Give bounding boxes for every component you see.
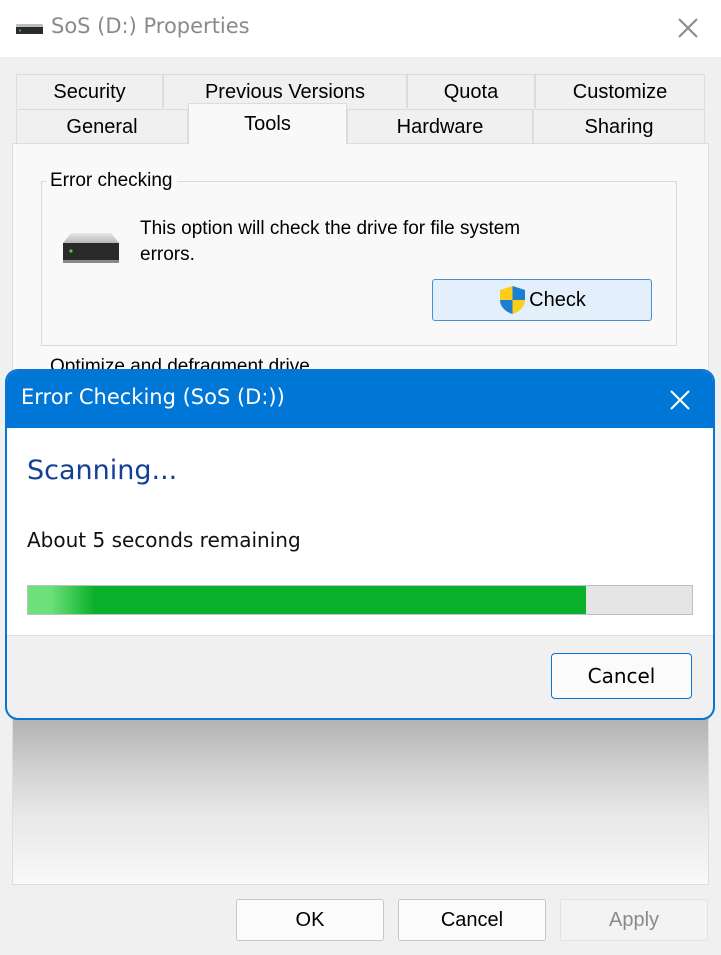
error-checking-dialog: Error Checking (SoS (D:)) Scanning... Ab… — [5, 369, 715, 720]
apply-button: Apply — [560, 899, 708, 941]
scanning-heading: Scanning... — [27, 455, 178, 486]
window-titlebar: SoS (D:) Properties — [0, 0, 721, 57]
dialog-cancel-button[interactable]: Cancel — [551, 653, 692, 699]
check-button-label: Check — [529, 288, 586, 311]
tab-general[interactable]: General — [16, 109, 188, 143]
progress-fill — [28, 586, 586, 614]
tab-quota[interactable]: Quota — [407, 74, 535, 108]
drive-icon — [16, 24, 43, 34]
error-checking-legend: Error checking — [46, 170, 177, 192]
dialog-shadow — [13, 718, 708, 878]
tab-tools[interactable]: Tools — [188, 103, 347, 144]
window-title: SoS (D:) Properties — [51, 14, 250, 38]
dialog-titlebar: Error Checking (SoS (D:)) — [7, 371, 713, 428]
drive-icon — [63, 233, 119, 263]
error-checking-description: This option will check the drive for fil… — [140, 218, 521, 265]
progress-bar — [27, 585, 693, 615]
time-remaining: About 5 seconds remaining — [27, 528, 301, 552]
close-icon[interactable] — [672, 12, 704, 44]
close-icon[interactable] — [667, 387, 693, 413]
cancel-button[interactable]: Cancel — [398, 899, 546, 941]
ok-button[interactable]: OK — [236, 899, 384, 941]
dialog-title: Error Checking (SoS (D:)) — [21, 385, 285, 409]
dialog-body: Scanning... About 5 seconds remaining — [7, 428, 713, 636]
uac-shield-icon — [500, 286, 526, 314]
tab-security[interactable]: Security — [16, 74, 163, 108]
tab-customize[interactable]: Customize — [535, 74, 705, 108]
check-button[interactable]: Check — [432, 279, 652, 321]
tab-hardware[interactable]: Hardware — [347, 109, 533, 143]
tab-sharing[interactable]: Sharing — [533, 109, 705, 143]
